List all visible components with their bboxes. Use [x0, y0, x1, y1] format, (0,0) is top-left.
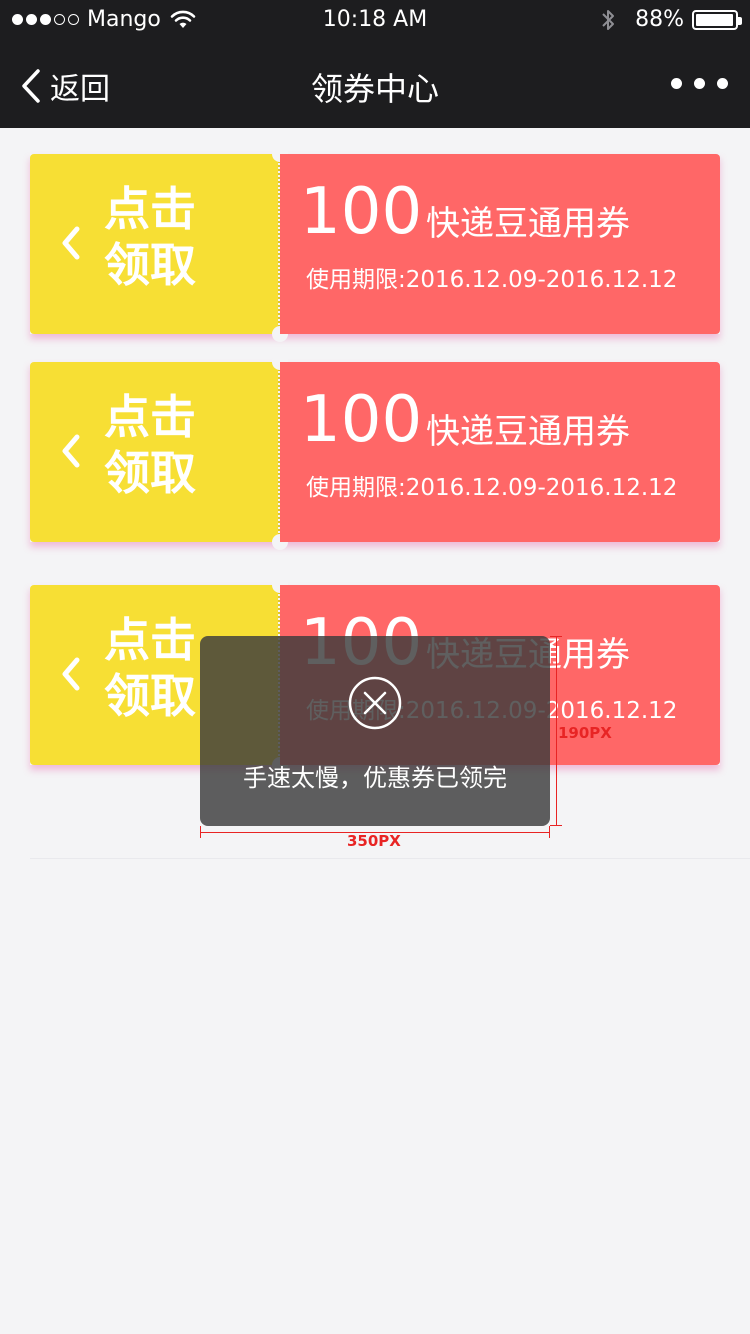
measure-tick	[550, 825, 562, 826]
toast-message: 手速太慢，优惠券已领完	[200, 636, 550, 826]
coupon-amount: 100	[300, 175, 423, 249]
coupon-info: 100 快递豆通用券 使用期限:2016.12.09-2016.12.12	[280, 154, 720, 334]
coupon-amount: 100	[300, 383, 423, 457]
coupon-description: 快递豆通用券	[426, 204, 630, 244]
battery-icon	[692, 9, 742, 30]
coupon-period: 使用期限:2016.12.09-2016.12.12	[306, 267, 678, 293]
more-dot-icon	[671, 78, 682, 89]
more-menu-button[interactable]	[671, 78, 728, 89]
chevron-left-icon	[62, 434, 80, 468]
claim-button[interactable]: 点击领取	[30, 362, 278, 542]
measure-tick	[550, 636, 562, 637]
measure-tick	[549, 826, 550, 838]
battery-percent: 88%	[635, 7, 684, 32]
chevron-left-icon	[62, 226, 80, 260]
more-dot-icon	[694, 78, 705, 89]
coupon-card: 点击领取 100 快递豆通用券 使用期限:2016.12.09-2016.12.…	[30, 146, 720, 342]
page-title: 领券中心	[310, 70, 439, 108]
more-dot-icon	[717, 78, 728, 89]
height-measure-line	[556, 636, 557, 826]
claim-button[interactable]: 点击领取	[30, 154, 278, 334]
nav-bar: 返回 领券中心	[0, 40, 750, 128]
claim-label: 点击领取	[104, 182, 196, 292]
bluetooth-icon	[602, 9, 615, 30]
status-right: 88%	[601, 7, 742, 32]
coupon-period: 使用期限:2016.12.09-2016.12.12	[306, 475, 678, 501]
coupon-description: 快递豆通用券	[426, 412, 630, 452]
status-bar: Mango 10:18 AM 88%	[0, 0, 750, 40]
width-annotation: 350PX	[347, 832, 401, 850]
coupon-info: 100 快递豆通用券 使用期限:2016.12.09-2016.12.12	[280, 362, 720, 542]
height-annotation: 190PX	[558, 724, 612, 742]
measure-tick	[200, 826, 201, 838]
claim-label: 点击领取	[104, 390, 196, 500]
toast-text: 手速太慢，优惠券已领完	[243, 764, 507, 792]
coupon-card: 点击领取 100 快递豆通用券 使用期限:2016.12.09-2016.12.…	[30, 354, 720, 550]
list-divider	[30, 858, 750, 859]
close-circle-icon	[348, 676, 402, 730]
chevron-left-icon	[62, 657, 80, 691]
